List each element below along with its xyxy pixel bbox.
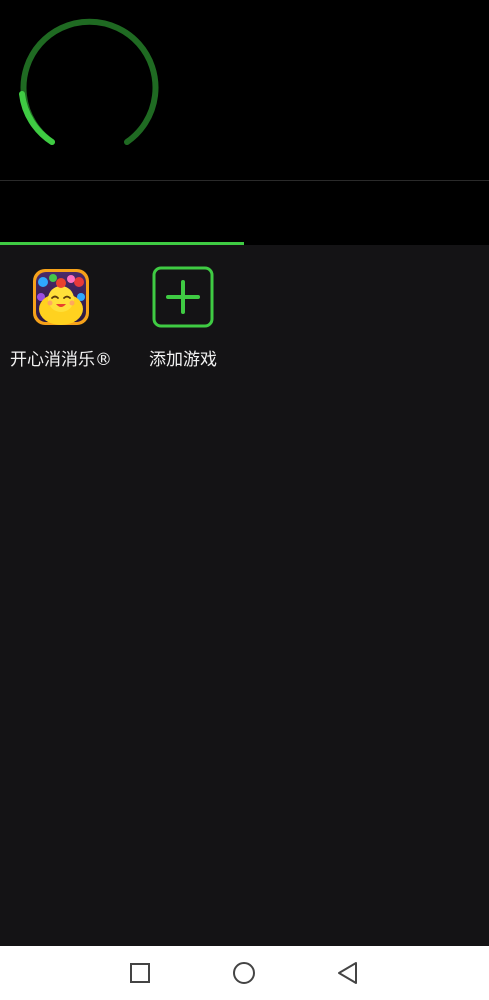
game-grid: 开心消消乐® 添加游戏	[0, 245, 489, 946]
add-game-label: 添加游戏	[149, 350, 217, 370]
add-game-button[interactable]: 添加游戏	[122, 266, 244, 371]
game-app-icon	[33, 269, 89, 325]
add-icon	[152, 266, 214, 328]
square-icon[interactable]	[125, 958, 155, 988]
progress-ring-icon	[19, 18, 159, 145]
triangle-back-icon[interactable]	[333, 958, 363, 988]
tab-bar	[0, 181, 489, 245]
system-nav-bar	[0, 946, 489, 1000]
game-tile-happy-elimination[interactable]: 开心消消乐®	[0, 269, 122, 371]
game-tile-label: 开心消消乐®	[10, 350, 112, 370]
header	[0, 0, 489, 180]
circle-icon[interactable]	[229, 958, 259, 988]
